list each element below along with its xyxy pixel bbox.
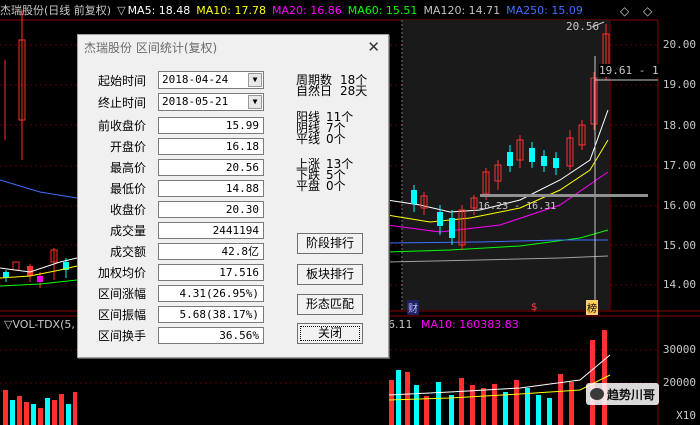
watermark-text: 趋势川哥 (607, 387, 656, 402)
watermark: 趋势川哥 (586, 383, 660, 405)
marker-dollar[interactable]: $ (531, 302, 537, 313)
range-price-label: 16.23 - 16.31 (478, 201, 557, 212)
vol-y-label-20000: 20000 (662, 376, 696, 389)
dialog-titlebar[interactable]: 杰瑞股份 区间统计(复权) ✕ (78, 35, 388, 59)
sector-rank-button[interactable]: 板块排行 (297, 264, 363, 285)
row-value: 14.88 (158, 180, 264, 197)
row-label: 区间涨幅 (97, 287, 146, 301)
flat-label: 平线 (296, 132, 321, 146)
cursor-price-label: 19.61 - 1 (599, 64, 659, 77)
row-label: 成交量 (109, 224, 146, 238)
start-date-value: 2018-04-24 (162, 73, 229, 86)
row-label: 最高价 (109, 161, 146, 175)
marker-finance[interactable]: 财 (407, 300, 419, 315)
range-stats-dialog: 杰瑞股份 区间统计(复权) ✕ 起始时间 2018-04-24 ▼ 终止时间 20… (77, 34, 389, 358)
chevron-down-icon[interactable]: ▼ (248, 73, 262, 87)
row-value: 2441194 (158, 222, 264, 239)
row-value: 20.56 (158, 159, 264, 176)
marker-rank[interactable]: 榜 (586, 300, 598, 315)
even-label: 平盘 (296, 179, 321, 193)
chevron-down-icon[interactable]: ▼ (248, 95, 262, 109)
y-label-1600: 16.00 (662, 199, 696, 212)
flat-value: 0个 (326, 132, 346, 146)
row-label: 区间振幅 (97, 308, 146, 322)
candles-left (3, 10, 69, 288)
vol-unit-label: X10 (676, 409, 696, 422)
row-label: 区间换手 (97, 329, 146, 343)
high-price-label: 20.56 (566, 20, 600, 33)
y-label-2000: 20.00 (662, 38, 696, 51)
vol-ma10-label: MA10: 160383.83 (421, 318, 519, 331)
row-label: 开盘价 (109, 140, 146, 154)
row-value: 4.31(26.95%) (158, 285, 264, 302)
close-button[interactable]: 关闭 (297, 323, 363, 344)
y-label-1400: 14.00 (662, 278, 696, 291)
row-value: 15.99 (158, 117, 264, 134)
row-value: 42.8亿 (158, 243, 264, 260)
row-value: 5.68(38.17%) (158, 306, 264, 323)
stage-rank-button[interactable]: 阶段排行 (297, 233, 363, 254)
row-label: 加权均价 (97, 266, 146, 280)
start-time-label: 起始时间 (97, 74, 146, 88)
row-label: 前收盘价 (97, 119, 146, 133)
days-label: 自然日 (296, 84, 333, 98)
y-label-1700: 17.00 (662, 159, 696, 172)
row-value: 17.516 (158, 264, 264, 281)
row-label: 成交额 (109, 245, 146, 259)
dialog-title: 杰瑞股份 区间统计(复权) (84, 41, 218, 55)
pattern-match-button[interactable]: 形态匹配 (297, 294, 363, 315)
vol-header-tail: 6.11 (388, 318, 413, 331)
end-date-value: 2018-05-21 (162, 95, 229, 108)
row-value: 36.56% (158, 327, 264, 344)
y-label-1900: 19.00 (662, 78, 696, 91)
row-value: 16.18 (158, 138, 264, 155)
wechat-icon (590, 388, 604, 400)
vol-header: ▽VOL-TDX(5, (4, 318, 75, 331)
row-value: 20.30 (158, 201, 264, 218)
close-icon[interactable]: ✕ (367, 38, 380, 56)
days-value: 28天 (340, 84, 368, 98)
y-label-1500: 15.00 (662, 239, 696, 252)
even-value: 0个 (326, 179, 346, 193)
row-label: 收盘价 (109, 203, 146, 217)
start-date-picker[interactable]: 2018-04-24 ▼ (158, 71, 264, 89)
row-label: 最低价 (109, 182, 146, 196)
end-time-label: 终止时间 (97, 96, 146, 110)
y-label-1800: 18.00 (662, 119, 696, 132)
vol-y-label-30000: 30000 (662, 343, 696, 356)
end-date-picker[interactable]: 2018-05-21 ▼ (158, 93, 264, 111)
